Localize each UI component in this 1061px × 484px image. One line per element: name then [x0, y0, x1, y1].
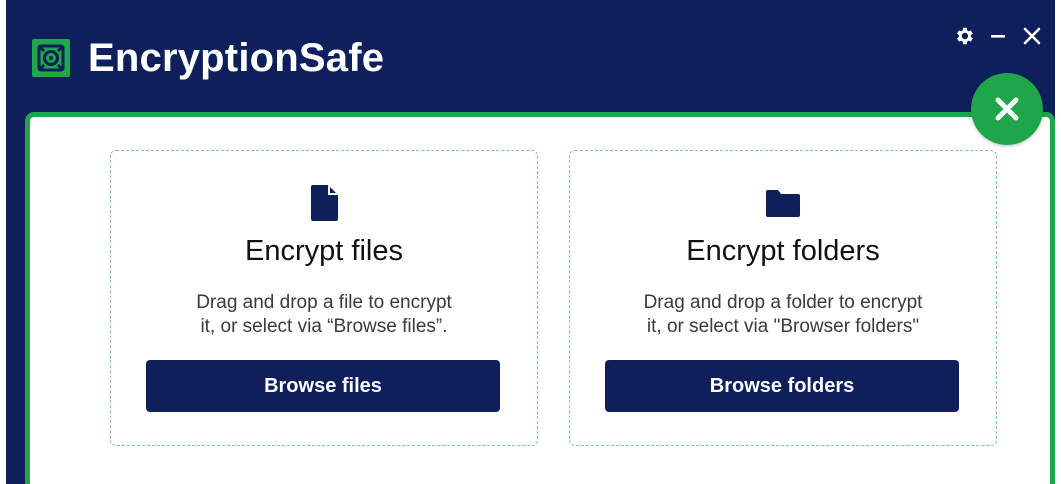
vault-icon [32, 39, 70, 77]
browse-folders-button[interactable]: Browse folders [605, 360, 959, 412]
encrypt-files-dropzone[interactable]: Encrypt files Drag and drop a file to en… [110, 150, 538, 446]
card-description-line: Drag and drop a folder to encrypt [643, 292, 923, 313]
card-description-line: it, or select via “Browse files”. [200, 316, 448, 337]
app-title: EncryptionSafe [88, 36, 385, 80]
minimize-icon[interactable] [983, 21, 1013, 51]
card-description-line: it, or select via "Browser folders" [646, 316, 920, 337]
card-title: Encrypt files [245, 235, 403, 267]
gear-icon[interactable] [949, 21, 979, 51]
encrypt-folders-dropzone[interactable]: Encrypt folders Drag and drop a folder t… [569, 150, 997, 446]
close-icon[interactable] [1017, 21, 1047, 51]
app-window: EncryptionSafe Encrypt files Drag and dr… [6, 0, 1055, 484]
card-description: Drag and drop a folder to encrypt it, or… [570, 291, 996, 339]
file-icon [111, 183, 537, 223]
card-title: Encrypt folders [686, 235, 880, 267]
close-icon[interactable] [971, 73, 1043, 145]
card-description: Drag and drop a file to encrypt it, or s… [111, 291, 537, 339]
folder-icon [570, 183, 996, 223]
main-panel: Encrypt files Drag and drop a file to en… [25, 112, 1055, 484]
browse-files-button[interactable]: Browse files [146, 360, 500, 412]
card-description-line: Drag and drop a file to encrypt [196, 292, 452, 313]
window-controls [949, 21, 1047, 51]
